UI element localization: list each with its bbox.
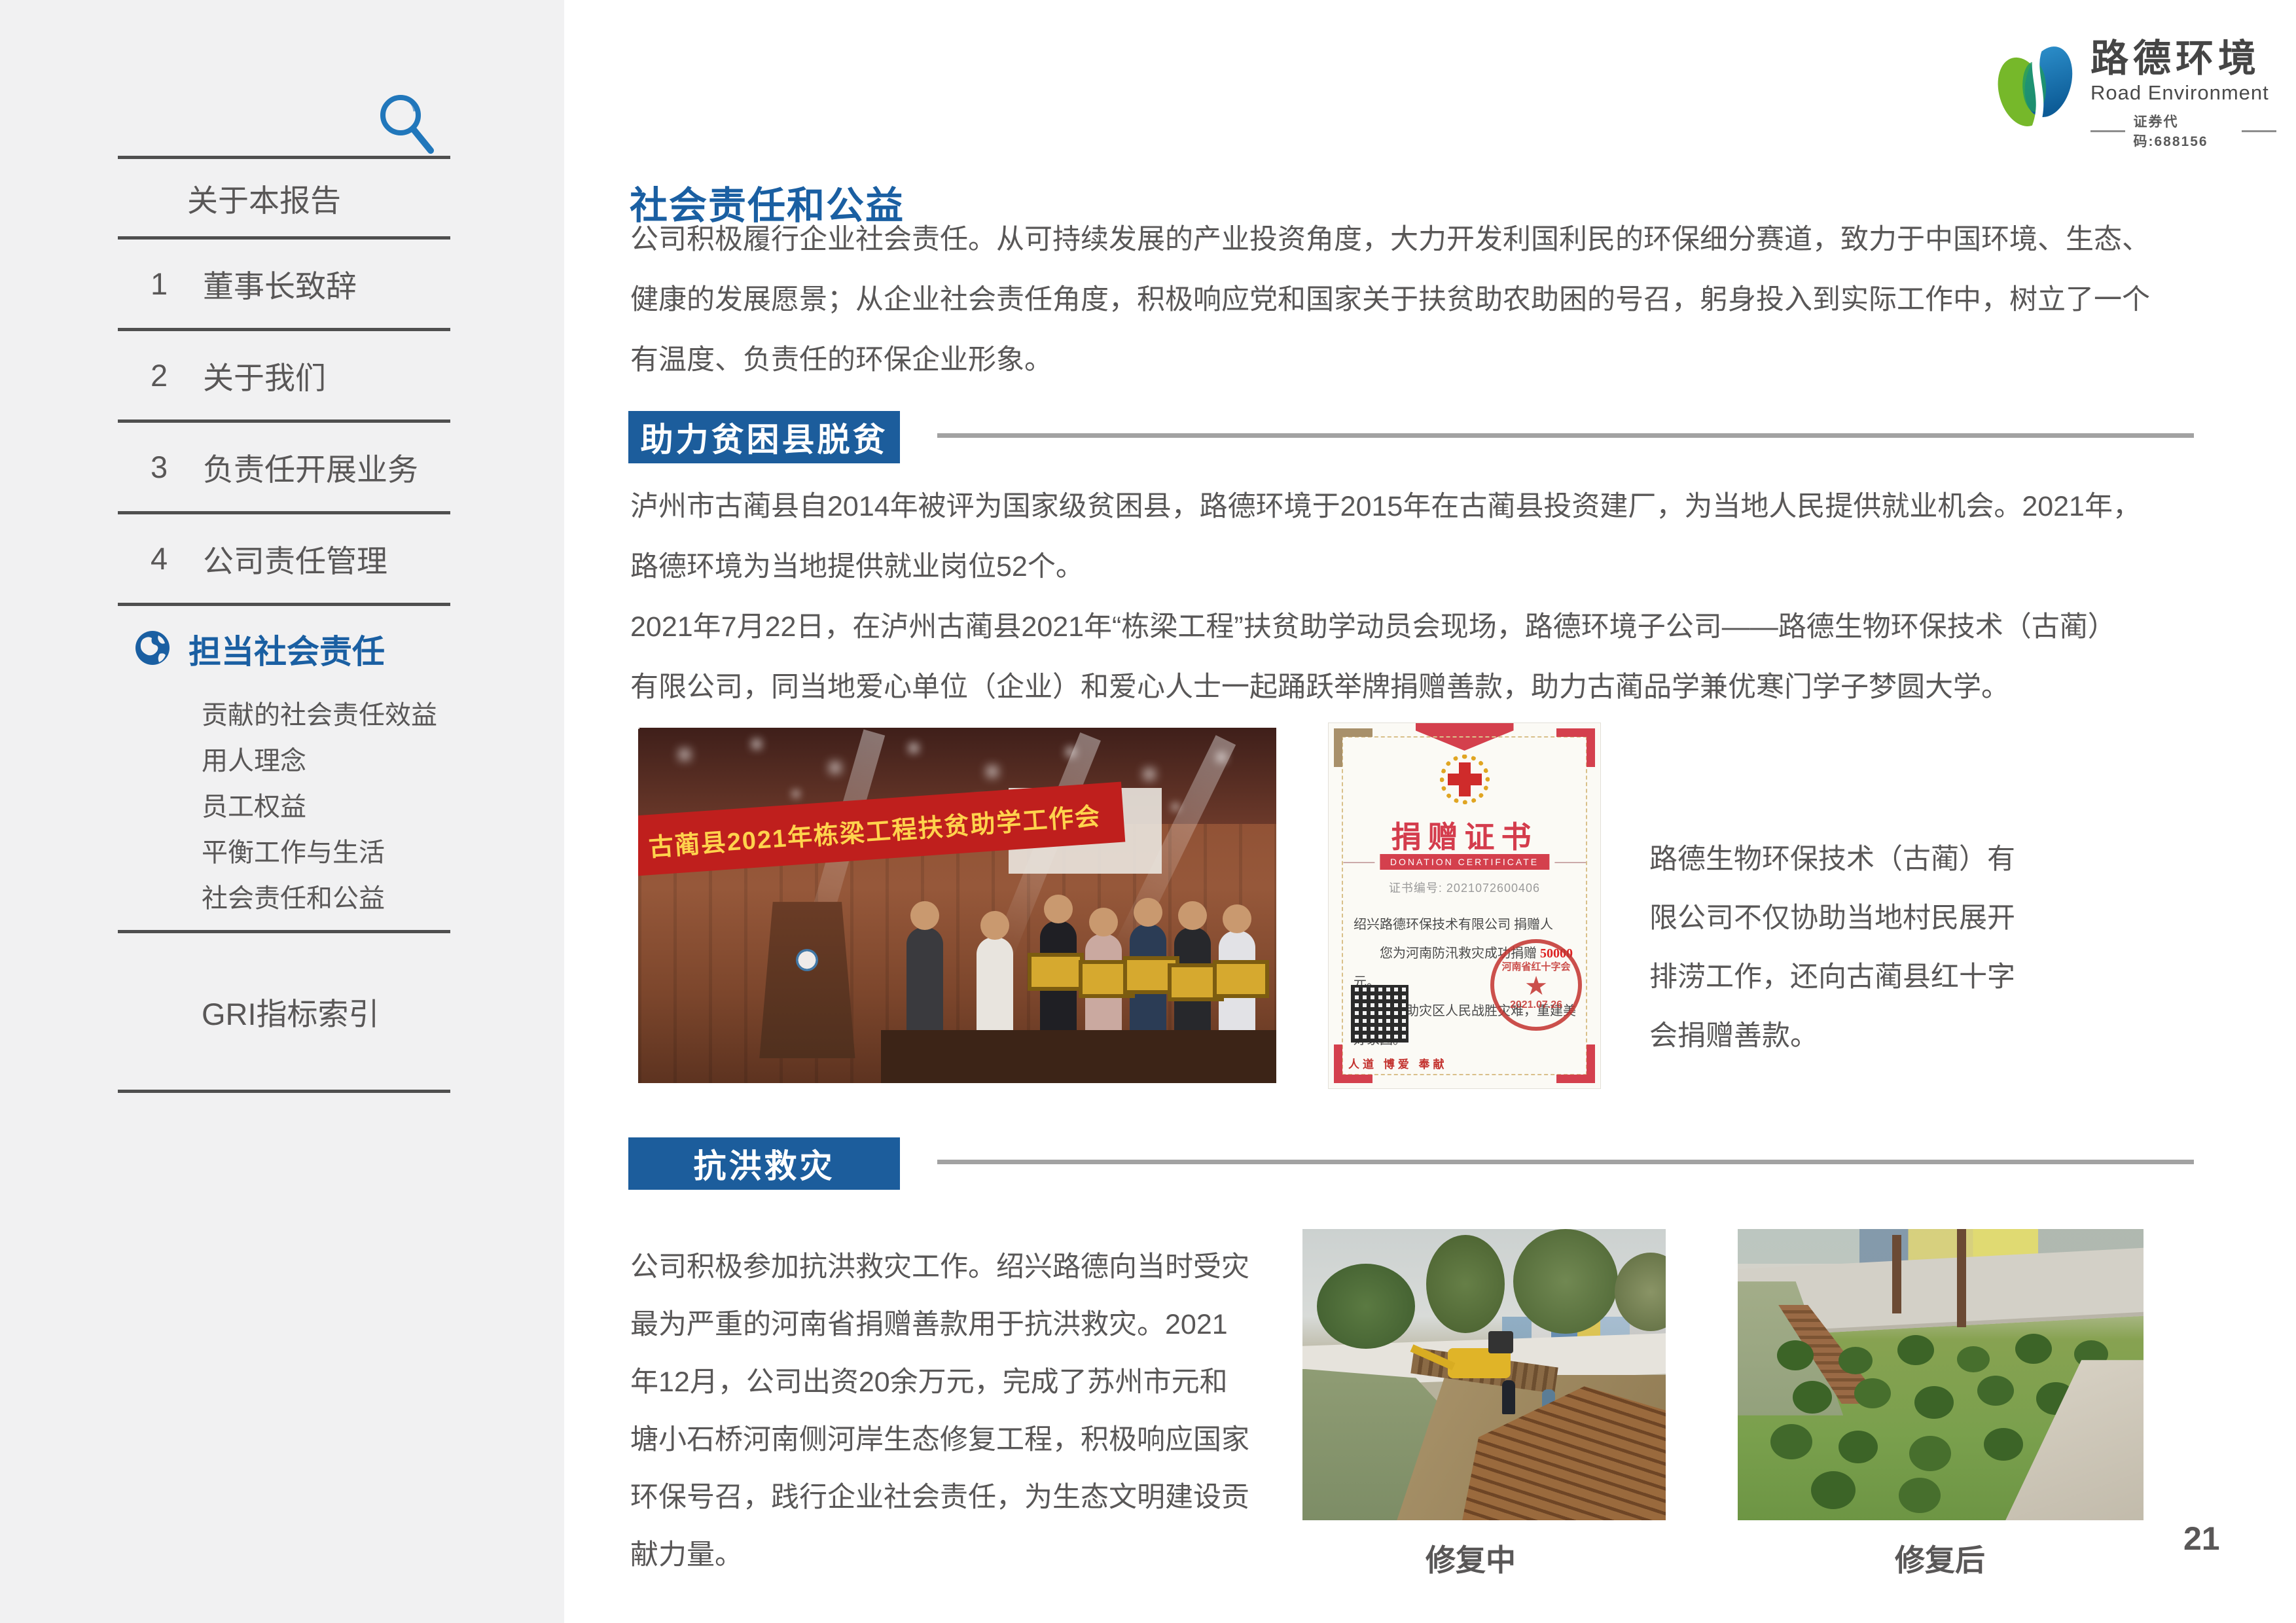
sidebar-item-number: 1 bbox=[151, 266, 181, 302]
paragraph-line: 公司积极参加抗洪救灾工作。绍兴路德向当时受灾 bbox=[630, 1238, 1249, 1296]
table-of-contents-sidebar: 关于本报告 1 董事长致辞 2 关于我们 3 负责任开展业务 4 公司责任管理 bbox=[0, 0, 564, 1623]
sidebar-section-social-responsibility: 担当社会责任 贡献的社会责任效益 用人理念 员工权益 平衡工作与生活 社会责任和… bbox=[118, 603, 450, 930]
photo-riverbank-during-restoration bbox=[1302, 1229, 1666, 1520]
logo-leaf-icon bbox=[1995, 38, 2079, 149]
qr-code bbox=[1351, 985, 1408, 1043]
toc-nav: 关于本报告 1 董事长致辞 2 关于我们 3 负责任开展业务 4 公司责任管理 bbox=[118, 156, 450, 1093]
corner-ornament bbox=[1556, 728, 1595, 767]
seal-date: 2021.07.26 bbox=[1510, 999, 1562, 1011]
excavator bbox=[1448, 1348, 1511, 1378]
podium bbox=[759, 902, 855, 1058]
side-note-line: 会捐赠善款。 bbox=[1649, 1007, 2015, 1065]
award-plaque bbox=[1028, 953, 1084, 991]
poverty-paragraph-1: 泸州市古蔺县自2014年被评为国家级贫困县，路德环境于2015年在古蔺县投资建厂… bbox=[630, 476, 2141, 597]
brand-name-cn: 路德环境 bbox=[2090, 38, 2276, 80]
brand-name-en: Road Environment bbox=[2090, 80, 2276, 106]
paragraph-line: 路德环境为当地提供就业岗位52个。 bbox=[630, 537, 2141, 597]
tree bbox=[1317, 1264, 1415, 1349]
sidebar-item-label: 负责任开展业务 bbox=[203, 444, 418, 490]
sidebar-item-social-responsibility[interactable]: 担当社会责任 bbox=[118, 626, 450, 673]
paragraph-line: 献力量。 bbox=[630, 1526, 1249, 1584]
search-icon[interactable] bbox=[377, 93, 437, 156]
intro-line: 有温度、负责任的环保企业形象。 bbox=[630, 330, 2150, 390]
sidebar-item-label: 担当社会责任 bbox=[188, 626, 385, 673]
paragraph-line: 泸州市古蔺县自2014年被评为国家级贫困县，路德环境于2015年在古蔺县投资建厂… bbox=[630, 476, 2141, 537]
sidebar-subitem-talent-philosophy[interactable]: 用人理念 bbox=[202, 738, 450, 784]
paragraph-line: 塘小石桥河南侧河岸生态修复工程，积极响应国家 bbox=[630, 1411, 1249, 1469]
side-note-line: 路德生物环保技术（古蔺）有 bbox=[1649, 830, 2015, 889]
sidebar-item-chairman-address[interactable]: 1 董事长致辞 bbox=[118, 236, 450, 328]
paragraph-line: 环保号召，践行企业社会责任，为生态文明建设贡 bbox=[630, 1469, 1249, 1526]
worker-silhouette bbox=[1502, 1380, 1515, 1414]
stock-dash-right bbox=[2242, 130, 2276, 132]
ceiling-lights bbox=[638, 728, 639, 729]
sidebar-subitem-work-life-balance[interactable]: 平衡工作与生活 bbox=[202, 830, 450, 876]
side-note-line: 排涝工作，还向古蔺县红十字 bbox=[1649, 948, 2015, 1007]
sidebar-item-number: 2 bbox=[151, 357, 181, 393]
paragraph-line: 最为严重的河南省捐赠善款用于抗洪救灾。2021 bbox=[630, 1296, 1249, 1353]
tree-trunk bbox=[1957, 1229, 1966, 1327]
stage-table bbox=[881, 1030, 1277, 1083]
page-number: 21 bbox=[2183, 1520, 2220, 1558]
intro-paragraph: 公司积极履行企业社会责任。从可持续发展的产业投资角度，大力开发利国利民的环保细分… bbox=[630, 209, 2150, 390]
paragraph-line: 2021年7月22日，在泸州古蔺县2021年“栋梁工程”扶贫助学动员会现场，路德… bbox=[630, 597, 2116, 657]
photo-donation-certificate: 捐赠证书 DONATION CERTIFICATE 证书编号: 20210726… bbox=[1329, 723, 1600, 1088]
certificate-subtitle: DONATION CERTIFICATE bbox=[1380, 854, 1549, 870]
planted-bushes bbox=[1777, 1340, 1814, 1370]
tree bbox=[1513, 1229, 1618, 1334]
report-page: 关于本报告 1 董事长致辞 2 关于我们 3 负责任开展业务 4 公司责任管理 bbox=[0, 0, 2296, 1623]
sidebar-item-number: 3 bbox=[151, 449, 181, 485]
photo-riverbank-after-restoration bbox=[1738, 1229, 2144, 1520]
star-icon: ★ bbox=[1524, 973, 1548, 999]
caption-after: 修复后 bbox=[1895, 1537, 1985, 1580]
sidebar-subitem-csr-charity[interactable]: 社会责任和公益 bbox=[202, 876, 450, 921]
caption-during: 修复中 bbox=[1426, 1537, 1516, 1580]
red-seal: 河南省红十字会 ★ 2021.07.26 bbox=[1490, 939, 1582, 1031]
company-logo: 路德环境 Road Environment 证券代码:688156 bbox=[1995, 38, 2276, 149]
certificate-motto: 人道 博爱 奉献 bbox=[1348, 1055, 1447, 1071]
paragraph-line: 年12月，公司出资20余万元，完成了苏州市元和 bbox=[630, 1353, 1249, 1411]
certificate-title: 捐赠证书 bbox=[1329, 813, 1600, 857]
section-rule bbox=[937, 1160, 2194, 1164]
stock-code: 证券代码:688156 bbox=[2133, 111, 2233, 151]
sidebar-item-responsible-business[interactable]: 3 负责任开展业务 bbox=[118, 419, 450, 511]
poverty-paragraph-2: 2021年7月22日，在泸州古蔺县2021年“栋梁工程”扶贫助学动员会现场，路德… bbox=[630, 597, 2116, 717]
tree-trunk bbox=[1892, 1235, 1901, 1313]
intro-line: 健康的发展愿景；从企业社会责任角度，积极响应党和国家关于扶贫助农助困的号召，躬身… bbox=[630, 270, 2150, 330]
section-heading-flood-relief: 抗洪救灾 bbox=[628, 1137, 900, 1190]
sidebar-item-label: 董事长致辞 bbox=[203, 261, 357, 306]
stock-dash-left bbox=[2090, 130, 2125, 132]
seal-org: 河南省红十字会 bbox=[1501, 959, 1570, 973]
tree bbox=[1426, 1235, 1505, 1333]
globe-icon bbox=[134, 629, 171, 670]
paragraph-line: 有限公司，同当地爱心单位（企业）和爱心人士一起踊跃举牌捐赠善款，助力古蔺品学兼优… bbox=[630, 657, 2116, 717]
side-note-line: 限公司不仅协助当地村民展开 bbox=[1649, 889, 2015, 948]
award-plaque bbox=[1213, 960, 1269, 998]
flood-relief-paragraph: 公司积极参加抗洪救灾工作。绍兴路德向当时受灾 最为严重的河南省捐赠善款用于抗洪救… bbox=[630, 1238, 1249, 1584]
sidebar-item-gri-index[interactable]: GRI指标索引 bbox=[118, 930, 450, 1090]
intro-line: 公司积极履行企业社会责任。从可持续发展的产业投资角度，大力开发利国利民的环保细分… bbox=[630, 209, 2150, 270]
sidebar-item-label: GRI指标索引 bbox=[202, 989, 380, 1034]
sidebar-item-about-us[interactable]: 2 关于我们 bbox=[118, 328, 450, 419]
red-cross-laurel-icon bbox=[1440, 755, 1490, 804]
sidebar-item-about-report[interactable]: 关于本报告 bbox=[118, 156, 450, 236]
corner-ornament bbox=[1334, 728, 1372, 767]
certificate-recipient: 绍兴路德环保技术有限公司 捐赠人 bbox=[1354, 910, 1579, 939]
sidebar-item-number: 4 bbox=[151, 541, 181, 577]
stone-parapet bbox=[2005, 1360, 2144, 1520]
sidebar-subitem-employee-rights[interactable]: 员工权益 bbox=[202, 784, 450, 830]
section-rule bbox=[937, 433, 2194, 438]
certificate-number: 证书编号: 2021072600406 bbox=[1329, 879, 1600, 896]
sidebar-item-label: 关于本报告 bbox=[187, 175, 341, 221]
sidebar-subitems: 贡献的社会责任效益 用人理念 员工权益 平衡工作与生活 社会责任和公益 bbox=[118, 692, 450, 921]
sidebar-item-label: 关于我们 bbox=[203, 353, 326, 398]
sidebar-subitem-social-benefit[interactable]: 贡献的社会责任效益 bbox=[202, 692, 450, 738]
photo-donation-ceremony: 古蔺县2021年栋梁工程扶贫助学工作会 bbox=[638, 728, 1276, 1083]
section-heading-poverty-alleviation: 助力贫困县脱贫 bbox=[628, 411, 900, 463]
sidebar-item-label: 公司责任管理 bbox=[203, 536, 387, 581]
certificate-side-note: 路德生物环保技术（古蔺）有 限公司不仅协助当地村民展开 排涝工作，还向古蔺县红十… bbox=[1649, 830, 2015, 1065]
sidebar-divider bbox=[118, 1090, 450, 1093]
sidebar-item-responsibility-management[interactable]: 4 公司责任管理 bbox=[118, 511, 450, 603]
